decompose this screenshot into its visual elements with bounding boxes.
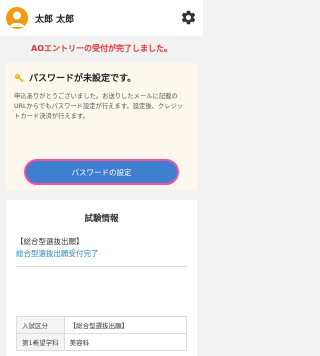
exam-detail-table: 入試区分 【総合型選抜出願】 第1希望学科 美容科 — [16, 316, 188, 351]
exam-category: 【総合型選抜出願】 — [16, 237, 84, 246]
exam-info-title: 試験情報 — [84, 214, 119, 224]
entry-complete-notice: AOエントリーの受付が完了しました。 — [0, 36, 203, 60]
divider — [16, 266, 187, 267]
user-avatar-icon[interactable] — [6, 7, 28, 29]
table-row-label: 第1希望学科 — [16, 333, 65, 351]
app-header: 太郎 太郎 — [0, 0, 203, 36]
table-row-label: 入試区分 — [16, 316, 65, 334]
password-card-title: パスワードが未設定です。 — [29, 74, 137, 84]
table-row: 入試区分 【総合型選抜出願】 — [16, 316, 188, 334]
exam-status-link[interactable]: 総合型選抜出願受付完了 — [16, 248, 99, 259]
password-unset-card: パスワードが未設定です。 申込ありがとうございました。お送りしたメールに記載のU… — [6, 63, 197, 190]
table-row: 第1希望学科 美容科 — [16, 333, 188, 351]
password-card-message: 申込ありがとうございました。お送りしたメールに記載のURLからでもパスワード設定… — [14, 93, 184, 120]
user-name: 太郎 太郎 — [35, 14, 75, 25]
password-card-heading: パスワードが未設定です。 — [14, 71, 189, 84]
table-row-value: 美容科 — [63, 333, 188, 351]
gear-icon[interactable] — [180, 9, 197, 26]
table-row-value: 【総合型選抜出願】 — [63, 316, 188, 334]
exam-info-section: 試験情報 【総合型選抜出願】 総合型選抜出願受付完了 入試区分 【総合型選抜出願… — [6, 200, 197, 356]
key-icon — [15, 73, 24, 82]
set-password-button[interactable]: パスワードの設定 — [24, 159, 179, 185]
